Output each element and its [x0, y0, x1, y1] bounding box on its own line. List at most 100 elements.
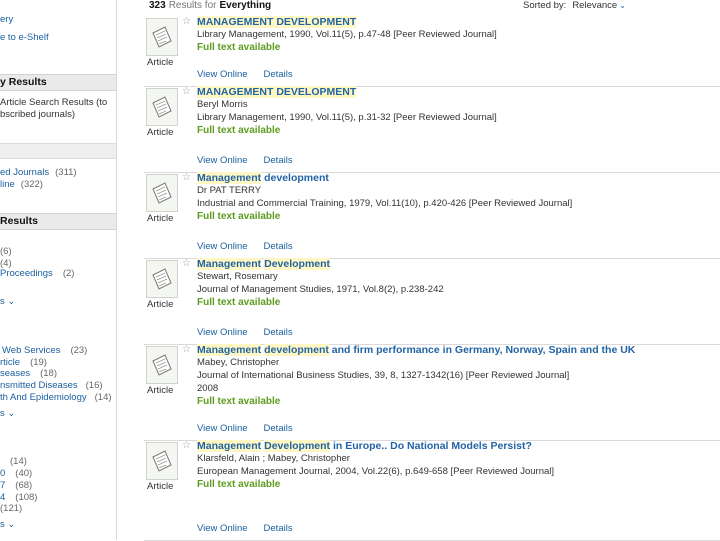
add-to-eshelf-link[interactable]: e to e-Shelf: [0, 32, 49, 43]
article-icon[interactable]: [146, 18, 178, 56]
chevron-down-icon: ⌄: [619, 1, 626, 10]
view-online-link[interactable]: View Online: [197, 327, 248, 338]
scope-text-line-1[interactable]: Article Search Results (to: [0, 97, 107, 109]
facet-item-proceedings[interactable]: Proceedings (2): [0, 268, 74, 279]
view-online-link[interactable]: View Online: [197, 523, 248, 534]
result-detail-line: Library Management, 1990, Vol.11(5), p.3…: [197, 112, 497, 123]
sidebar-link-query[interactable]: ery: [0, 14, 13, 25]
article-icon[interactable]: [146, 174, 178, 212]
result-item: Article ☆ MANAGEMENT DEVELOPMENT Library Ma…: [144, 16, 720, 87]
view-online-link[interactable]: View Online: [197, 155, 248, 166]
result-title[interactable]: MANAGEMENT DEVELOPMENT: [197, 16, 357, 28]
show-more-link[interactable]: s ⌄: [0, 296, 15, 307]
view-online-link[interactable]: View Online: [197, 241, 248, 252]
result-detail-line: Library Management, 1990, Vol.11(5), p.4…: [197, 29, 497, 40]
article-icon[interactable]: [146, 88, 178, 126]
facet-item-subject-1[interactable]: Web Services (23): [0, 345, 87, 356]
facet-item-subject-3[interactable]: seases (18): [0, 368, 57, 379]
resource-type: Article: [147, 127, 174, 138]
facet-item-online[interactable]: line (322): [0, 179, 43, 190]
star-icon[interactable]: ☆: [182, 440, 191, 451]
view-online-link[interactable]: View Online: [197, 423, 248, 434]
details-link[interactable]: Details: [264, 69, 293, 80]
availability-status: Full text available: [197, 42, 281, 53]
scope-text-line-2[interactable]: bscribed journals): [0, 109, 75, 121]
facet-item-date-1[interactable]: (14): [0, 456, 27, 467]
result-item: Article ☆ Management Development Stewart, R…: [144, 258, 720, 345]
results-header: 323 Results for Everything Sorted by: Relev…: [130, 0, 720, 14]
star-icon[interactable]: ☆: [182, 344, 191, 355]
result-detail-line: Journal of Management Studies, 1971, Vol…: [197, 284, 444, 295]
star-icon[interactable]: ☆: [182, 16, 191, 27]
title-text: and firm performance in Germany, Norway,…: [328, 344, 636, 356]
facet-label: ed Journals: [0, 167, 50, 178]
title-highlight: development: [264, 344, 329, 356]
results-number: 323: [149, 0, 166, 11]
title-text: in Europe.. Do National Models Persist?: [330, 440, 532, 452]
title-highlight: Management: [197, 172, 262, 184]
result-detail-line: Klarsfeld, Alain ; Mabey, Christopher: [197, 453, 350, 464]
star-icon[interactable]: ☆: [182, 258, 191, 269]
result-actions: View Online Details: [197, 523, 293, 534]
facet-item-subject-2[interactable]: rticle (19): [0, 357, 47, 368]
facet-item-subject-4[interactable]: nsmitted Diseases (16): [0, 380, 103, 391]
result-title[interactable]: MANAGEMENT DEVELOPMENT: [197, 86, 357, 98]
result-title[interactable]: Management development: [197, 172, 329, 184]
search-scope: Everything: [219, 0, 272, 11]
facet-item-peer-reviewed[interactable]: ed Journals (311): [0, 167, 77, 178]
left-sidebar: ery e to e-Shelf y Results Article Searc…: [0, 0, 117, 540]
result-title[interactable]: Management Development in Europe.. Do Na…: [197, 440, 532, 452]
results-heading: Results: [0, 213, 116, 230]
title-highlight: Development: [264, 258, 331, 270]
result-item: Article ☆ Management development and firm …: [144, 344, 720, 441]
title-highlight: Management: [197, 440, 262, 452]
details-link[interactable]: Details: [264, 423, 293, 434]
title-highlight: MANAGEMENT DEVELOPMENT: [197, 16, 357, 28]
facet-item-subject-5[interactable]: th And Epidemiology (14): [0, 392, 112, 403]
details-link[interactable]: Details: [264, 523, 293, 534]
result-title[interactable]: Management development and firm performa…: [197, 344, 635, 356]
facet-item-date-3[interactable]: 7 (68): [0, 480, 32, 491]
facet-item-date-5[interactable]: (121): [0, 503, 22, 514]
availability-status: Full text available: [197, 479, 281, 490]
article-icon[interactable]: [146, 442, 178, 480]
view-online-link[interactable]: View Online: [197, 69, 248, 80]
article-icon[interactable]: [146, 346, 178, 384]
article-icon[interactable]: [146, 260, 178, 298]
result-detail-line: Mabey, Christopher: [197, 357, 280, 368]
sort-control[interactable]: Sorted by: Relevance ⌄: [523, 0, 626, 11]
result-detail-line: Journal of International Business Studie…: [197, 370, 570, 381]
show-more-link[interactable]: s ⌄: [0, 519, 15, 530]
facet-item-type-1[interactable]: (6): [0, 246, 12, 257]
show-more-link[interactable]: s ⌄: [0, 408, 15, 419]
result-detail-line: Dr PAT TERRY: [197, 185, 262, 196]
resource-type: Article: [147, 57, 174, 68]
title-highlight: Development: [264, 440, 331, 452]
details-link[interactable]: Details: [264, 241, 293, 252]
availability-status: Full text available: [197, 396, 281, 407]
result-title[interactable]: Management Development: [197, 258, 331, 270]
availability-status: Full text available: [197, 297, 281, 308]
results-count: 323 Results for Everything: [149, 0, 271, 11]
result-detail-line: Beryl Morris: [197, 99, 248, 110]
facet-item-date-2[interactable]: 0 (40): [0, 468, 32, 479]
result-detail-line: Stewart, Rosemary: [197, 271, 278, 282]
result-item: Article ☆ Management Development in Europe…: [144, 440, 720, 541]
result-actions: View Online Details: [197, 423, 293, 434]
resource-type: Article: [147, 481, 174, 492]
details-link[interactable]: Details: [264, 327, 293, 338]
title-highlight: MANAGEMENT DEVELOPMENT: [197, 86, 357, 98]
star-icon[interactable]: ☆: [182, 86, 191, 97]
refine-results-heading: y Results: [0, 74, 116, 91]
availability-status: Full text available: [197, 211, 281, 222]
result-actions: View Online Details: [197, 241, 293, 252]
facet-count: (322): [20, 179, 43, 190]
result-detail-line: Industrial and Commercial Training, 1979…: [197, 198, 573, 209]
title-highlight: Management: [197, 344, 262, 356]
result-actions: View Online Details: [197, 155, 293, 166]
star-icon[interactable]: ☆: [182, 172, 191, 183]
result-detail-line: European Management Journal, 2004, Vol.2…: [197, 466, 555, 477]
result-item: Article ☆ MANAGEMENT DEVELOPMENT Beryl Morr…: [144, 86, 720, 173]
details-link[interactable]: Details: [264, 155, 293, 166]
facet-item-date-4[interactable]: 4 (108): [0, 492, 37, 503]
